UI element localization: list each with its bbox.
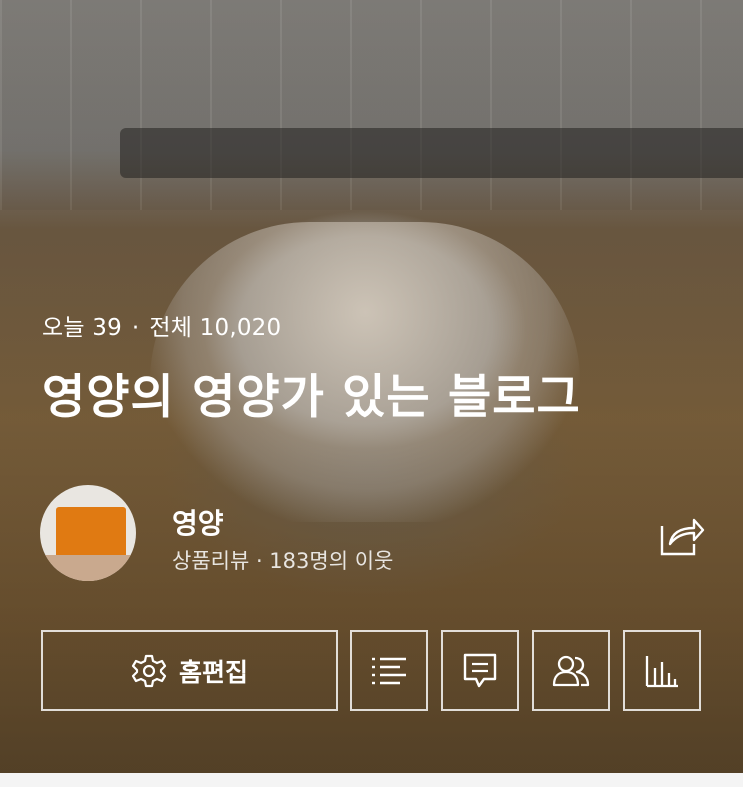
avatar-hand bbox=[40, 555, 136, 581]
visitor-stats: 오늘 39 · 전체 10,020 bbox=[42, 308, 281, 342]
blog-cover: 오늘 39 · 전체 10,020 영양의 영양가 있는 블로그 영양 상품리뷰 ·… bbox=[0, 0, 743, 773]
neighbors-button[interactable] bbox=[532, 630, 610, 711]
today-count: 오늘 39 bbox=[42, 315, 122, 341]
cover-background-wall bbox=[0, 0, 743, 210]
gear-icon bbox=[131, 654, 167, 687]
blog-title: 영양의 영양가 있는 블로그 bbox=[42, 370, 581, 425]
home-edit-button[interactable]: 홈편집 bbox=[41, 630, 338, 711]
comment-icon bbox=[463, 653, 497, 687]
share-button[interactable] bbox=[656, 514, 706, 558]
cover-background-bar bbox=[120, 128, 743, 178]
profile-nickname[interactable]: 영양 bbox=[172, 502, 224, 542]
post-list-button[interactable] bbox=[350, 630, 428, 711]
cover-bottom-divider bbox=[0, 773, 743, 787]
stats-separator: · bbox=[131, 315, 140, 341]
total-count: 전체 10,020 bbox=[149, 315, 282, 341]
avatar[interactable] bbox=[40, 485, 136, 581]
profile-meta[interactable]: 상품리뷰 · 183명의 이웃 bbox=[172, 545, 393, 575]
avatar-product-box bbox=[56, 507, 126, 561]
people-icon bbox=[552, 655, 590, 686]
comment-button[interactable] bbox=[441, 630, 519, 711]
list-icon bbox=[372, 657, 406, 684]
bar-chart-icon bbox=[645, 655, 678, 687]
home-edit-label: 홈편집 bbox=[178, 657, 248, 687]
share-icon bbox=[660, 518, 705, 556]
statistics-button[interactable] bbox=[623, 630, 701, 711]
